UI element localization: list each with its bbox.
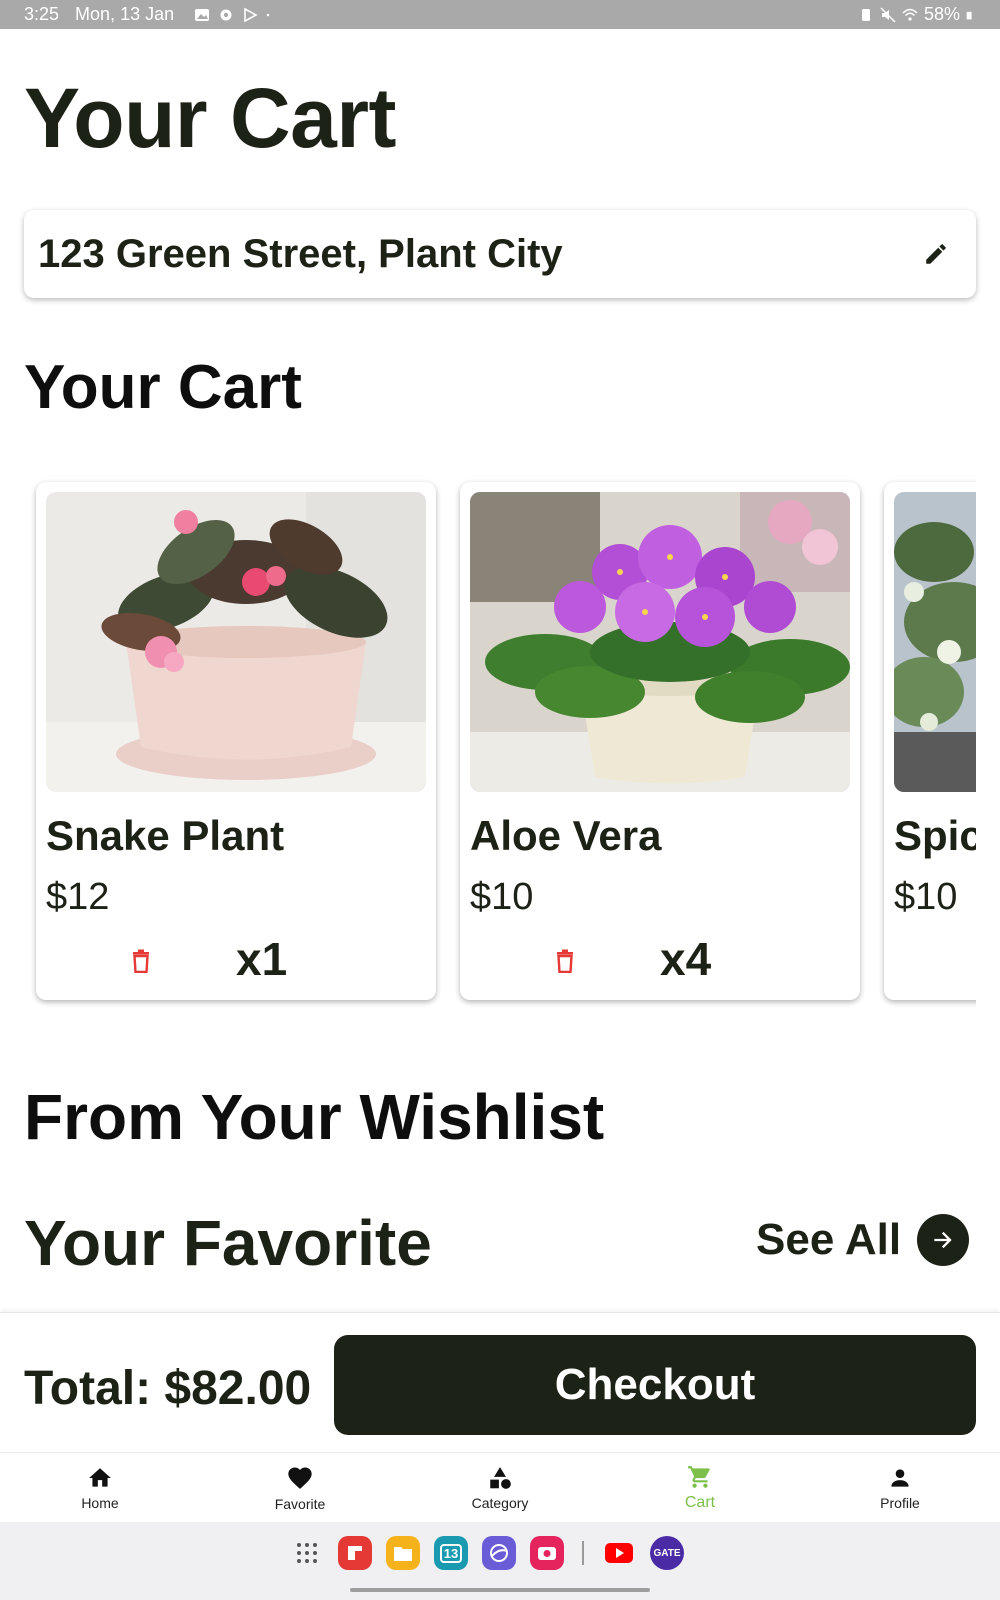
profile-icon [891, 1468, 909, 1487]
trash-icon [557, 949, 573, 973]
arrow-right-icon [917, 1214, 970, 1266]
cart-item-quantity: x4 [660, 933, 712, 985]
nav-item-profile[interactable]: Profile [800, 1453, 1000, 1522]
cart-item-price: $10 [470, 876, 534, 918]
gallery-icon [195, 8, 210, 21]
battery-saver-icon [861, 8, 870, 21]
cart-item-card[interactable]: Aloe Vera $10 x4 [460, 482, 860, 1000]
dock-separator [582, 1541, 584, 1565]
status-time: 3:25 [24, 4, 60, 24]
favorites-title: Your Favorite [24, 1207, 432, 1279]
nav-item-home[interactable]: Home [0, 1453, 200, 1522]
cart-item-card[interactable]: Snake Plant $12 x1 [36, 482, 436, 1000]
cart-carousel[interactable]: Snake Plant $12 x1 Aloe Vera $10 x4 Spic… [24, 470, 976, 1020]
battery-percent: 58% [923, 4, 960, 24]
pencil-icon [926, 244, 946, 264]
wifi-icon [902, 8, 918, 21]
category-icon [490, 1466, 511, 1489]
flipboard-icon[interactable] [338, 1536, 372, 1570]
plant-image [470, 492, 850, 792]
cart-item-price: $12 [46, 876, 110, 918]
delete-item-button[interactable] [550, 944, 580, 978]
files-icon[interactable] [386, 1536, 420, 1570]
heart-icon [288, 1467, 312, 1489]
nav-label: Profile [880, 1494, 920, 1511]
nav-item-cart[interactable]: Cart [600, 1453, 800, 1522]
nav-label: Category [471, 1494, 529, 1511]
cart-item-name: Spic [894, 812, 976, 859]
cart-icon [688, 1465, 710, 1488]
app-drawer-icon[interactable] [290, 1536, 324, 1570]
calendar-day: 13 [439, 1543, 463, 1563]
nav-label: Cart [684, 1493, 716, 1511]
edit-address-button[interactable] [914, 232, 958, 276]
mute-icon [880, 6, 896, 23]
youtube-icon[interactable] [602, 1536, 636, 1570]
address-text: 123 Green Street, Plant City [38, 231, 563, 276]
wishlist-title: From Your Wishlist [24, 1081, 605, 1153]
checkout-bar: Total: $82.00 Checkout [0, 1312, 1000, 1452]
gate-app-icon[interactable]: GATE [650, 1536, 684, 1570]
cart-item-quantity: x1 [236, 933, 288, 985]
see-all-button[interactable]: See All [756, 1214, 970, 1266]
status-bar: 3:25 Mon, 13 Jan 58% [0, 0, 1000, 29]
nav-item-favorite[interactable]: Favorite [200, 1453, 400, 1522]
nav-item-category[interactable]: Category [400, 1453, 600, 1522]
dot-icon [266, 13, 270, 16]
cart-item-name: Aloe Vera [470, 812, 662, 859]
battery-icon [966, 11, 972, 19]
trash-icon [133, 949, 149, 973]
bottom-navigation: Home Favorite Category Cart Profile [0, 1452, 1000, 1522]
address-card[interactable]: 123 Green Street, Plant City [24, 210, 976, 298]
calendar-icon[interactable]: 13 [434, 1536, 468, 1570]
page-title: Your Cart [24, 71, 396, 165]
home-indicator[interactable] [350, 1588, 650, 1592]
plant-image [894, 492, 976, 792]
nav-label: Home [81, 1494, 119, 1511]
see-all-label: See All [756, 1215, 902, 1264]
system-dock: 13 GATE [0, 1522, 1000, 1600]
plant-image [46, 492, 426, 792]
status-date: Mon, 13 Jan [75, 4, 175, 24]
settings-icon [220, 9, 232, 20]
delete-item-button[interactable] [126, 944, 156, 978]
home-icon [89, 1467, 111, 1487]
cart-section-title: Your Cart [24, 353, 302, 422]
play-store-icon [244, 7, 258, 22]
nav-label: Favorite [274, 1495, 326, 1512]
checkout-button[interactable]: Checkout [334, 1335, 976, 1435]
cart-item-name: Snake Plant [46, 812, 285, 859]
internet-icon[interactable] [482, 1536, 516, 1570]
cart-total: Total: $82.00 [24, 1362, 312, 1415]
cart-item-price: $10 [894, 876, 958, 918]
cart-item-card[interactable]: Spic $10 [884, 482, 976, 1000]
camera-icon[interactable] [530, 1536, 564, 1570]
gate-label: GATE [653, 1547, 681, 1559]
